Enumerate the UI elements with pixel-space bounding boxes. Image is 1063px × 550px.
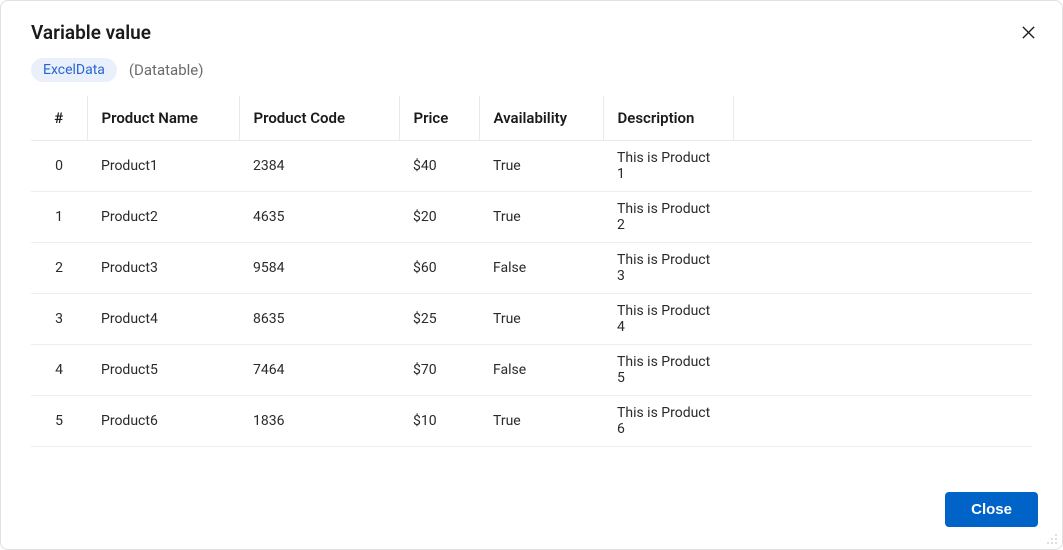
cell-description: This is Product 3	[603, 243, 733, 294]
cell-availability: True	[479, 294, 603, 345]
table-header: # Product Name Product Code Price Availa…	[31, 96, 1032, 141]
table-container: # Product Name Product Code Price Availa…	[1, 96, 1062, 482]
dialog-title: Variable value	[31, 21, 151, 44]
cell-product-code: 8635	[239, 294, 399, 345]
close-button[interactable]: Close	[945, 492, 1038, 527]
cell-spacer	[733, 243, 1032, 294]
cell-description: This is Product 5	[603, 345, 733, 396]
cell-product-name: Product1	[87, 141, 239, 192]
cell-availability: True	[479, 141, 603, 192]
cell-spacer	[733, 141, 1032, 192]
table-body: 0Product12384$40TrueThis is Product 11Pr…	[31, 141, 1032, 447]
cell-product-name: Product3	[87, 243, 239, 294]
table-row[interactable]: 4Product57464$70FalseThis is Product 5	[31, 345, 1032, 396]
resize-grip-icon[interactable]	[1046, 533, 1058, 545]
cell-product-code: 4635	[239, 192, 399, 243]
cell-product-code: 9584	[239, 243, 399, 294]
col-price[interactable]: Price	[399, 96, 479, 141]
cell-price: $70	[399, 345, 479, 396]
cell-index: 0	[31, 141, 87, 192]
col-product-code[interactable]: Product Code	[239, 96, 399, 141]
close-icon[interactable]	[1018, 23, 1038, 43]
table-row[interactable]: 2Product39584$60FalseThis is Product 3	[31, 243, 1032, 294]
col-description[interactable]: Description	[603, 96, 733, 141]
variable-name-pill: ExcelData	[31, 58, 117, 82]
cell-product-name: Product2	[87, 192, 239, 243]
cell-product-name: Product4	[87, 294, 239, 345]
variable-type-label: (Datatable)	[129, 61, 204, 79]
cell-availability: False	[479, 345, 603, 396]
cell-product-code: 2384	[239, 141, 399, 192]
cell-product-name: Product5	[87, 345, 239, 396]
table-row[interactable]: 3Product48635$25TrueThis is Product 4	[31, 294, 1032, 345]
cell-product-code: 7464	[239, 345, 399, 396]
cell-spacer	[733, 345, 1032, 396]
cell-description: This is Product 6	[603, 396, 733, 447]
variable-info: ExcelData (Datatable)	[1, 58, 1062, 82]
cell-index: 2	[31, 243, 87, 294]
cell-spacer	[733, 294, 1032, 345]
datatable: # Product Name Product Code Price Availa…	[31, 96, 1032, 447]
cell-availability: False	[479, 243, 603, 294]
variable-value-dialog: Variable value ExcelData (Datatable) # P…	[0, 0, 1063, 550]
cell-index: 4	[31, 345, 87, 396]
cell-product-code: 1836	[239, 396, 399, 447]
col-availability[interactable]: Availability	[479, 96, 603, 141]
cell-price: $60	[399, 243, 479, 294]
cell-availability: True	[479, 396, 603, 447]
col-product-name[interactable]: Product Name	[87, 96, 239, 141]
cell-description: This is Product 2	[603, 192, 733, 243]
dialog-footer: Close	[1, 492, 1062, 529]
cell-index: 1	[31, 192, 87, 243]
cell-description: This is Product 1	[603, 141, 733, 192]
cell-index: 3	[31, 294, 87, 345]
cell-description: This is Product 4	[603, 294, 733, 345]
cell-price: $40	[399, 141, 479, 192]
cell-spacer	[733, 396, 1032, 447]
col-spacer	[733, 96, 1032, 141]
table-row[interactable]: 5Product61836$10TrueThis is Product 6	[31, 396, 1032, 447]
cell-product-name: Product6	[87, 396, 239, 447]
table-row[interactable]: 1Product24635$20TrueThis is Product 2	[31, 192, 1032, 243]
cell-price: $20	[399, 192, 479, 243]
cell-price: $25	[399, 294, 479, 345]
dialog-header: Variable value	[1, 21, 1062, 44]
cell-spacer	[733, 192, 1032, 243]
cell-index: 5	[31, 396, 87, 447]
cell-availability: True	[479, 192, 603, 243]
table-row[interactable]: 0Product12384$40TrueThis is Product 1	[31, 141, 1032, 192]
cell-price: $10	[399, 396, 479, 447]
col-index[interactable]: #	[31, 96, 87, 141]
